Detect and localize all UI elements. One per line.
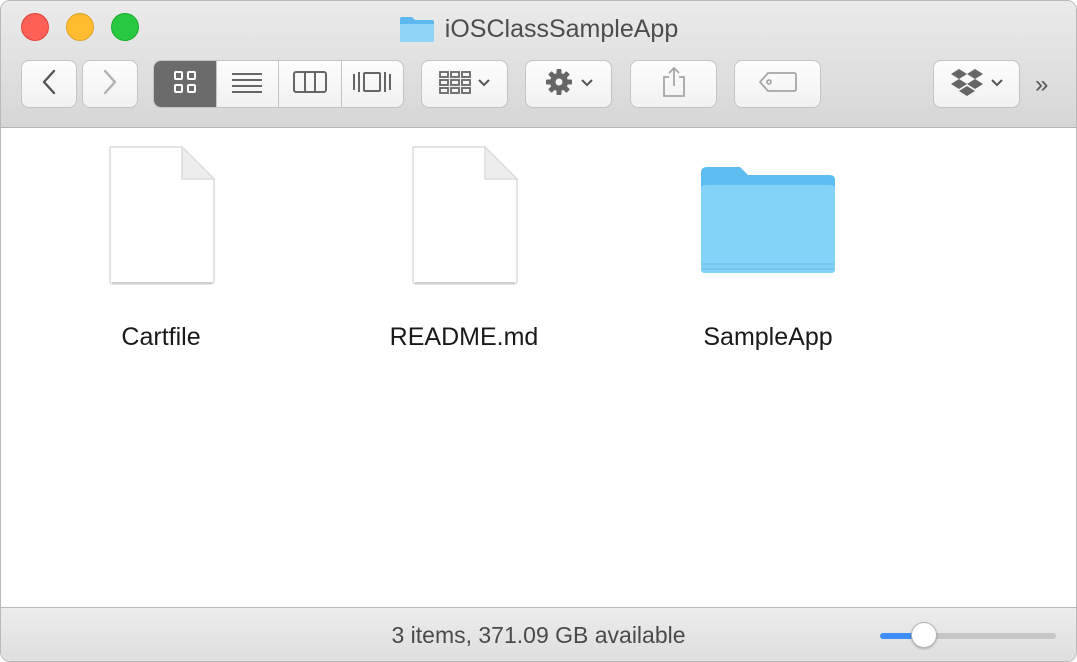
arrange-button[interactable] xyxy=(421,60,508,108)
chevron-down-icon xyxy=(477,75,491,93)
forward-button[interactable] xyxy=(82,60,138,108)
share-icon xyxy=(661,66,687,103)
window-title: iOSClassSampleApp xyxy=(1,11,1076,47)
document-icon xyxy=(106,143,218,293)
back-button[interactable] xyxy=(21,60,77,108)
file-name: README.md xyxy=(389,323,539,351)
column-view-button[interactable] xyxy=(279,61,342,107)
folder-item[interactable]: SampleApp xyxy=(658,143,878,363)
share-button[interactable] xyxy=(630,60,717,108)
list-icon xyxy=(231,71,263,98)
toolbar: iOSClassSampleApp » xyxy=(1,1,1076,128)
columns-icon xyxy=(292,70,327,98)
list-view-button[interactable] xyxy=(217,61,279,107)
action-button[interactable] xyxy=(525,60,612,108)
icon-size-slider[interactable] xyxy=(880,633,1056,639)
finder-window: iOSClassSampleApp » Cartfile README.md S… xyxy=(0,0,1077,662)
cover-flow-icon xyxy=(352,70,392,99)
chevron-down-icon xyxy=(990,75,1004,93)
tag-icon xyxy=(758,71,798,98)
file-browser: Cartfile README.md SampleApp xyxy=(1,128,1076,606)
folder-icon xyxy=(399,15,435,43)
icon-size-slider-knob[interactable] xyxy=(911,622,937,648)
file-name: Cartfile xyxy=(121,323,201,351)
tags-button[interactable] xyxy=(734,60,821,108)
chevron-right-icon xyxy=(102,69,118,100)
dropbox-button[interactable] xyxy=(933,60,1020,108)
toolbar-overflow-button[interactable]: » xyxy=(1035,71,1048,99)
gear-icon xyxy=(544,67,574,102)
file-item[interactable]: Cartfile xyxy=(51,143,271,363)
arrange-icon xyxy=(438,70,471,99)
folder-icon xyxy=(698,161,838,281)
document-icon xyxy=(409,143,521,293)
chevron-left-icon xyxy=(41,69,57,100)
view-mode-control xyxy=(153,60,404,108)
cover-flow-view-button[interactable] xyxy=(342,61,404,107)
dropbox-icon xyxy=(950,67,984,102)
icon-view-button[interactable] xyxy=(154,61,217,107)
folder-name: SampleApp xyxy=(703,323,833,351)
status-bar: 3 items, 371.09 GB available xyxy=(1,607,1076,661)
file-item[interactable]: README.md xyxy=(354,143,574,363)
chevron-down-icon xyxy=(580,75,594,93)
grid-icon xyxy=(173,70,197,99)
window-title-text: iOSClassSampleApp xyxy=(444,14,679,43)
